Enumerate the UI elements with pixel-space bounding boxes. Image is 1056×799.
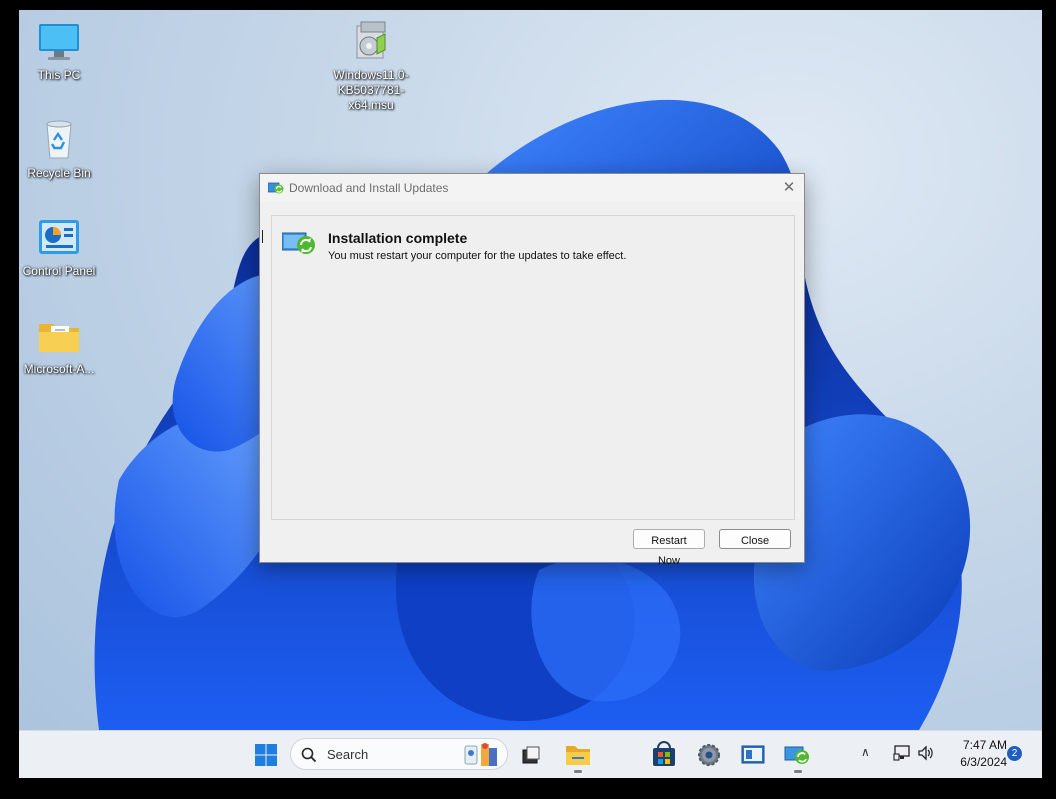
desktop-icon-msu-file[interactable]: Windows11.0-KB5037781-x64.msu — [331, 20, 411, 113]
windows-update-icon — [282, 232, 315, 254]
clock-time: 7:47 AM — [962, 738, 1007, 752]
running-indicator — [794, 770, 802, 773]
desktop-screen: This PC Windows11.0-KB5037781-x64.msu Re… — [19, 10, 1042, 778]
network-icon[interactable] — [893, 745, 911, 761]
running-indicator — [574, 770, 582, 773]
restart-now-button[interactable]: Restart Now — [633, 529, 705, 567]
taskbar-clock[interactable]: 7:47 AM 6/3/2024 — [943, 735, 1007, 777]
desktop-icon-label: Control Panel — [22, 264, 96, 278]
desktop-icon-this-pc[interactable]: This PC — [19, 20, 99, 83]
task-view-icon — [522, 746, 540, 764]
settings-button[interactable] — [693, 739, 725, 771]
task-view-button[interactable] — [515, 739, 547, 771]
installation-heading: Installation complete — [328, 230, 468, 246]
volume-icon[interactable] — [917, 745, 935, 761]
update-dialog: Download and Install Updates ✕ Installat… — [259, 173, 805, 567]
control-panel-icon — [37, 216, 81, 260]
desktop-icon-label: Microsoft-A... — [23, 362, 95, 376]
search-placeholder: Search — [327, 747, 369, 762]
computer-icon — [37, 20, 81, 64]
desktop-icon-label: Recycle Bin — [27, 166, 91, 180]
dialog-title: Download and Install Updates — [289, 181, 449, 195]
desktop-icon-microsoft-folder[interactable]: Microsoft-A... — [19, 314, 99, 377]
folder-icon — [37, 314, 81, 358]
remote-desktop-icon — [741, 745, 765, 764]
dialog-content-panel: Installation complete You must restart y… — [271, 215, 795, 520]
close-icon[interactable]: ✕ — [774, 174, 804, 202]
update-installer-button[interactable] — [782, 739, 814, 771]
desktop-icon-label: This PC — [37, 68, 81, 82]
installation-message: You must restart your computer for the u… — [328, 250, 627, 262]
dialog-title-bar[interactable]: Download and Install Updates ✕ — [260, 174, 804, 202]
windows-update-installer-icon — [784, 746, 809, 764]
microsoft-store-button[interactable] — [648, 739, 680, 771]
search-icon — [301, 747, 317, 763]
notification-badge[interactable]: 2 — [1007, 746, 1022, 761]
microsoft-store-icon — [653, 741, 675, 766]
windows-logo-icon — [255, 744, 277, 766]
file-explorer-icon — [566, 746, 590, 765]
close-button[interactable]: Close — [719, 529, 791, 549]
remote-desktop-button[interactable] — [737, 739, 769, 771]
settings-icon — [698, 744, 720, 766]
text-caret — [262, 230, 263, 243]
recycle-bin-icon — [37, 118, 81, 162]
desktop-icon-recycle-bin[interactable]: Recycle Bin — [19, 118, 99, 181]
start-button[interactable] — [250, 739, 282, 771]
show-hidden-icons-chevron-icon[interactable]: ∧ — [861, 745, 870, 759]
clock-date: 6/3/2024 — [960, 755, 1007, 769]
taskbar: Search ∧ 7:47 AM 6/3/2024 2 — [19, 730, 1042, 778]
desktop-icon-label: Windows11.0-KB5037781-x64.msu — [333, 68, 409, 112]
taskbar-search-box[interactable]: Search — [290, 738, 508, 770]
file-explorer-button[interactable] — [562, 739, 594, 771]
search-highlight-icon — [464, 743, 497, 766]
windows-update-icon — [268, 182, 284, 194]
desktop-icon-control-panel[interactable]: Control Panel — [19, 216, 99, 279]
installer-package-icon — [349, 20, 393, 64]
